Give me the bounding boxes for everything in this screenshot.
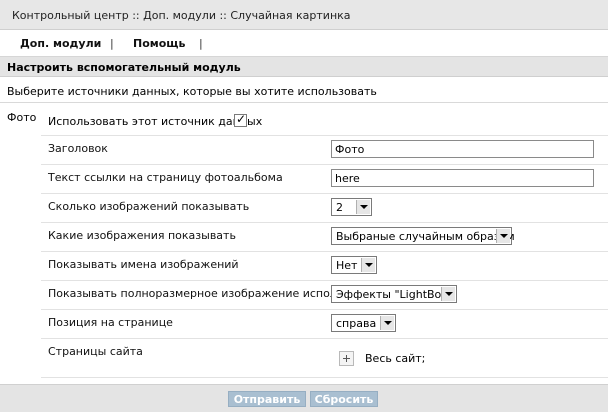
field-label-count: Сколько изображений показывать <box>48 200 250 213</box>
chevron-down-icon <box>361 258 375 272</box>
which-select[interactable]: Выбраные случайным образом <box>331 227 515 245</box>
which-select-value: Выбраные случайным образом <box>336 230 515 243</box>
chevron-down-icon <box>356 200 370 214</box>
nav-item-addons[interactable]: Доп. модули <box>20 37 101 50</box>
chevron-down-icon <box>380 316 394 330</box>
count-select-value: 2 <box>336 201 343 214</box>
checkmark-icon: ✓ <box>236 112 247 126</box>
field-row-fullsize: Показывать полноразмерное изображение ис… <box>41 280 608 309</box>
field-label-link-text: Текст ссылки на страницу фотоальбома <box>48 171 283 184</box>
show-names-select[interactable]: Нет <box>331 256 377 274</box>
nav-separator: | <box>199 37 203 50</box>
field-row-link-text: Текст ссылки на страницу фотоальбома her… <box>41 164 608 193</box>
pages-value: Весь сайт; <box>365 352 426 365</box>
count-select[interactable]: 2 <box>331 198 372 216</box>
submit-button[interactable]: Отправить <box>228 391 306 407</box>
title-input[interactable]: Фото <box>331 140 594 158</box>
nav-separator: | <box>110 37 114 50</box>
field-row-pages: Страницы сайта Весь сайт; <box>41 338 608 378</box>
field-label-title: Заголовок <box>48 142 108 155</box>
field-row-position: Позиция на странице справа <box>41 309 608 338</box>
use-source-label: Использовать этот источник данных <box>48 115 263 128</box>
intro-text: Выберите источники данных, которые вы хо… <box>7 85 377 98</box>
form-footer: Отправить Сбросить <box>0 384 608 412</box>
field-row-which: Какие изображения показывать Выбраные сл… <box>41 222 608 251</box>
field-label-fullsize: Показывать полноразмерное изображение ис… <box>48 287 363 300</box>
plus-icon[interactable] <box>339 351 354 366</box>
position-select-value: справа <box>336 317 377 330</box>
field-label-show-names: Показывать имена изображений <box>48 258 239 271</box>
field-label-pages: Страницы сайта <box>48 345 143 358</box>
fullsize-select[interactable]: Эффекты "LightBox" <box>331 285 457 303</box>
nav-item-help[interactable]: Помощь <box>133 37 185 50</box>
nav-bar: Доп. модули | Помощь | <box>0 30 608 57</box>
field-row-count: Сколько изображений показывать 2 <box>41 193 608 222</box>
field-label-position: Позиция на странице <box>48 316 173 329</box>
position-select[interactable]: справа <box>331 314 396 332</box>
link-text-input[interactable]: here <box>331 169 594 187</box>
field-row-title: Заголовок Фото <box>41 135 608 164</box>
breadcrumb: Контрольный центр :: Доп. модули :: Случ… <box>0 0 608 30</box>
chevron-down-icon <box>496 229 510 243</box>
divider <box>0 102 608 103</box>
use-source-checkbox[interactable]: ✓ <box>234 112 247 127</box>
field-label-which: Какие изображения показывать <box>48 229 236 242</box>
show-names-select-value: Нет <box>336 259 358 272</box>
section-title: Настроить вспомогательный модуль <box>0 57 608 77</box>
chevron-down-icon <box>441 287 455 301</box>
reset-button[interactable]: Сбросить <box>310 391 378 407</box>
group-label: Фото <box>7 111 37 124</box>
fullsize-select-value: Эффекты "LightBox" <box>336 288 453 301</box>
field-row-show-names: Показывать имена изображений Нет <box>41 251 608 280</box>
